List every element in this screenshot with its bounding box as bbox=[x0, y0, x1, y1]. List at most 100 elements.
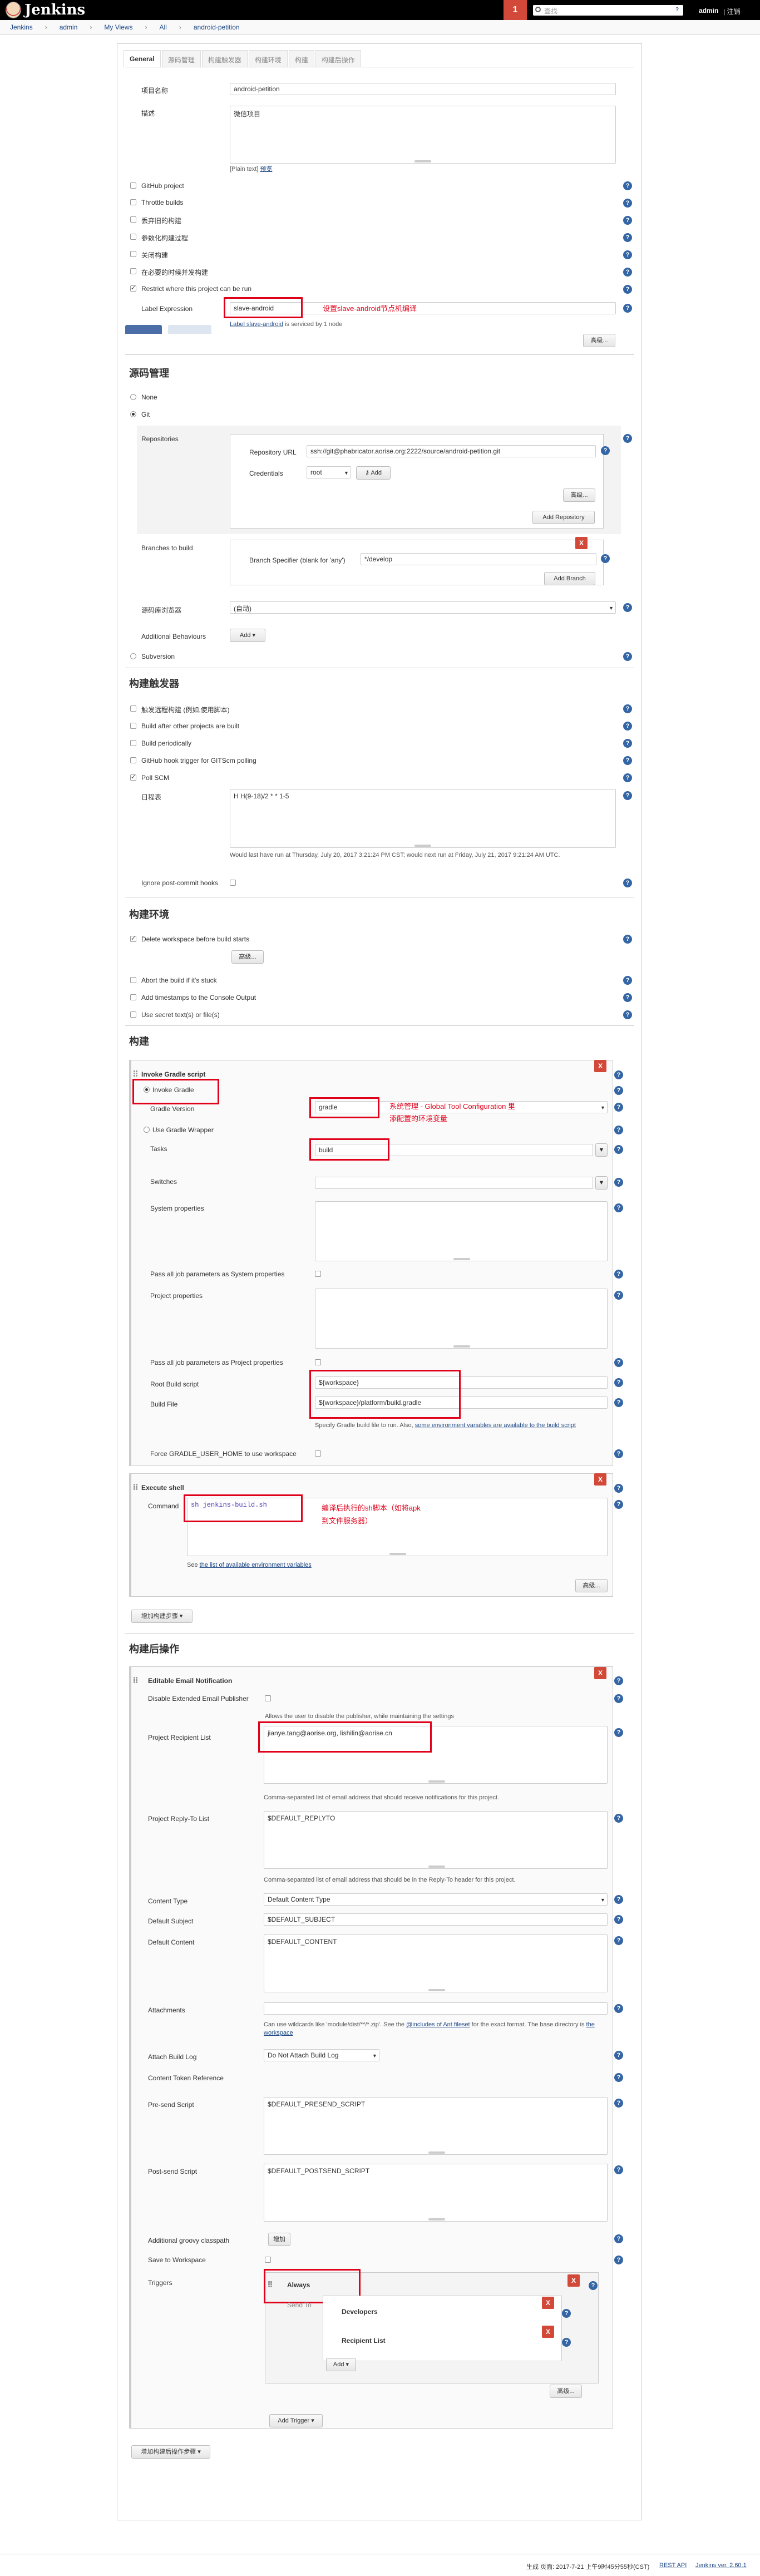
breadcrumb-my-views[interactable]: My Views bbox=[104, 23, 132, 31]
radio-scm-none[interactable] bbox=[130, 394, 136, 400]
textarea-resize-grip[interactable] bbox=[428, 1866, 445, 1868]
floating-apply-button[interactable] bbox=[168, 325, 211, 334]
help-icon[interactable]: ? bbox=[614, 2051, 623, 2060]
delete-trigger-button[interactable]: X bbox=[567, 2274, 580, 2287]
breadcrumb-jenkins[interactable]: Jenkins bbox=[10, 23, 33, 31]
preview-link[interactable]: 预览 bbox=[260, 166, 272, 172]
tab-post-build[interactable]: 构建后操作 bbox=[315, 50, 361, 67]
help-icon[interactable]: ? bbox=[623, 993, 632, 1002]
help-icon[interactable]: ? bbox=[614, 1814, 623, 1823]
help-icon[interactable]: ? bbox=[623, 791, 632, 800]
help-icon[interactable]: ? bbox=[623, 652, 632, 661]
branch-specifier-input[interactable]: */develop bbox=[361, 553, 596, 565]
delete-developers-button[interactable]: X bbox=[542, 2297, 554, 2309]
checkbox-ignore-hooks[interactable] bbox=[230, 880, 236, 886]
search-input[interactable]: 查找 bbox=[533, 5, 683, 16]
help-icon[interactable]: ? bbox=[614, 1203, 623, 1212]
tab-scm[interactable]: 源码管理 bbox=[161, 50, 201, 67]
help-icon[interactable]: ? bbox=[623, 304, 632, 313]
checkbox-github-project[interactable] bbox=[130, 182, 136, 189]
switches-input[interactable] bbox=[315, 1177, 593, 1189]
help-icon[interactable]: ? bbox=[614, 1694, 623, 1703]
description-textarea[interactable]: 微信项目 bbox=[230, 106, 616, 164]
help-icon[interactable]: ? bbox=[614, 1270, 623, 1279]
radio-use-wrapper[interactable] bbox=[144, 1127, 150, 1133]
checkbox-delete-workspace[interactable] bbox=[130, 935, 136, 942]
checkbox-parameterized[interactable] bbox=[130, 234, 136, 240]
shell-advanced-button[interactable]: 高级... bbox=[575, 1579, 608, 1592]
help-icon[interactable]: ? bbox=[589, 2281, 598, 2290]
help-icon[interactable]: ? bbox=[614, 1378, 623, 1387]
add-behaviour-button[interactable]: Add ▾ bbox=[230, 629, 265, 642]
checkbox-secret-text[interactable] bbox=[130, 1011, 136, 1018]
checkbox-force-home[interactable] bbox=[315, 1450, 321, 1457]
help-icon[interactable]: ? bbox=[614, 1728, 623, 1737]
checkbox-build-after[interactable] bbox=[130, 723, 136, 729]
help-icon[interactable]: ? bbox=[623, 285, 632, 294]
checkbox-discard-old[interactable] bbox=[130, 216, 136, 223]
help-icon[interactable]: ? bbox=[614, 2099, 623, 2108]
floating-save-button[interactable] bbox=[125, 325, 162, 334]
help-icon[interactable]: ? bbox=[623, 976, 632, 985]
help-icon[interactable]: ? bbox=[623, 268, 632, 277]
content-type-select[interactable]: Default Content Type bbox=[264, 1893, 608, 1906]
project-name-input[interactable]: android-petition bbox=[230, 83, 616, 95]
breadcrumb-admin[interactable]: admin bbox=[60, 23, 78, 31]
delete-email-step-button[interactable]: X bbox=[594, 1667, 606, 1679]
drag-handle-icon[interactable] bbox=[134, 1677, 135, 1679]
tab-triggers[interactable]: 构建触发器 bbox=[201, 50, 248, 67]
help-icon[interactable]: ? bbox=[614, 1358, 623, 1367]
drag-handle-icon[interactable] bbox=[134, 1484, 135, 1486]
help-icon[interactable]: ? bbox=[614, 1449, 623, 1458]
schedule-textarea[interactable]: H H(9-18)/2 * * 1-5 bbox=[230, 789, 616, 848]
radio-scm-git[interactable] bbox=[130, 411, 136, 417]
textarea-resize-grip[interactable] bbox=[428, 2151, 445, 2154]
reply-to-textarea[interactable]: $DEFAULT_REPLYTO bbox=[264, 1811, 608, 1869]
attachments-input[interactable] bbox=[264, 2002, 608, 2015]
delete-gradle-step-button[interactable]: X bbox=[594, 1060, 606, 1072]
help-icon[interactable]: ? bbox=[623, 434, 632, 443]
user-link[interactable]: admin bbox=[699, 7, 718, 14]
drag-handle-icon[interactable] bbox=[134, 1070, 135, 1072]
add-classpath-button[interactable]: 增加 bbox=[268, 2233, 290, 2246]
help-icon[interactable]: ? bbox=[614, 1895, 623, 1904]
help-icon[interactable]: ? bbox=[623, 935, 632, 944]
help-icon[interactable]: ? bbox=[614, 1484, 623, 1493]
ant-fileset-link[interactable]: @includes of Ant fileset bbox=[406, 2021, 470, 2028]
checkbox-disable-build[interactable] bbox=[130, 251, 136, 257]
help-icon[interactable]: ? bbox=[614, 2073, 623, 2082]
help-icon[interactable]: ? bbox=[614, 1915, 623, 1924]
checkbox-concurrent[interactable] bbox=[130, 268, 136, 274]
help-icon[interactable]: ? bbox=[623, 233, 632, 242]
add-branch-button[interactable]: Add Branch bbox=[544, 572, 595, 585]
checkbox-build-periodically[interactable] bbox=[130, 740, 136, 746]
help-icon[interactable]: ? bbox=[623, 773, 632, 782]
presend-textarea[interactable]: $DEFAULT_PRESEND_SCRIPT bbox=[264, 2097, 608, 2155]
switches-expand-button[interactable]: ▼ bbox=[595, 1176, 608, 1190]
project-properties-textarea[interactable] bbox=[315, 1289, 608, 1349]
general-advanced-button[interactable]: 高级... bbox=[583, 334, 615, 347]
help-icon[interactable]: ? bbox=[614, 1676, 623, 1685]
help-icon[interactable]: ? bbox=[623, 1010, 632, 1019]
label-link[interactable]: Label slave-android bbox=[230, 321, 283, 328]
checkbox-pass-system[interactable] bbox=[315, 1271, 321, 1277]
breadcrumb-project[interactable]: android-petition bbox=[194, 23, 240, 31]
checkbox-abort-stuck[interactable] bbox=[130, 977, 136, 983]
subject-input[interactable]: $DEFAULT_SUBJECT bbox=[264, 1913, 608, 1926]
help-icon[interactable]: ? bbox=[614, 1291, 623, 1300]
textarea-resize-grip[interactable] bbox=[414, 845, 431, 847]
help-icon[interactable]: ? bbox=[623, 250, 632, 259]
tab-build[interactable]: 构建 bbox=[288, 50, 314, 67]
help-icon[interactable]: ? bbox=[614, 1086, 623, 1095]
help-icon[interactable]: ? bbox=[614, 1178, 623, 1187]
content-textarea[interactable]: $DEFAULT_CONTENT bbox=[264, 1935, 608, 1992]
help-icon[interactable]: ? bbox=[614, 2234, 623, 2243]
textarea-resize-grip[interactable] bbox=[453, 1258, 470, 1260]
help-icon[interactable]: ? bbox=[623, 879, 632, 887]
attach-log-select[interactable]: Do Not Attach Build Log bbox=[264, 2049, 379, 2061]
help-icon[interactable]: ? bbox=[614, 1126, 623, 1134]
repo-url-input[interactable]: ssh://git@phabricator.aorise.org:2222/so… bbox=[307, 445, 596, 457]
checkbox-save-workspace[interactable] bbox=[265, 2257, 271, 2263]
help-icon[interactable]: ? bbox=[623, 603, 632, 612]
postsend-textarea[interactable]: $DEFAULT_POSTSEND_SCRIPT bbox=[264, 2164, 608, 2222]
